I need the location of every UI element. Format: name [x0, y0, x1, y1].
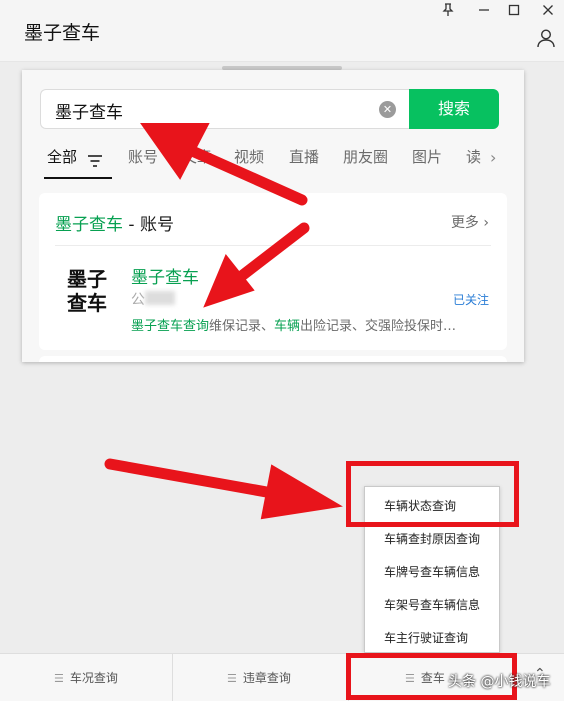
user-icon[interactable] — [536, 28, 556, 48]
minimize-icon[interactable] — [474, 3, 494, 21]
menu-item-plate-lookup[interactable]: 车牌号查车辆信息 — [365, 556, 499, 589]
account-name[interactable]: 墨子查车 — [131, 263, 199, 288]
close-icon[interactable] — [538, 3, 558, 21]
account-result-card: 墨子查车 - 账号 更多 › 墨子 查车 墨子查车 公 已关注 墨子查车查询维保… — [39, 193, 507, 350]
clear-icon[interactable]: ✕ — [379, 101, 396, 118]
account-logo[interactable]: 墨子 查车 — [65, 267, 109, 321]
arrow-to-menu — [104, 458, 306, 504]
tab-articles[interactable]: 文章 — [182, 146, 212, 168]
divider — [55, 245, 491, 246]
arrow-to-menu-head — [260, 464, 343, 520]
menu-lines-icon: ☰ — [54, 672, 64, 685]
filter-tabs: 全部 账号 文章 视频 直播 朋友圈 图片 读 › — [22, 146, 524, 180]
account-type: 公 — [131, 292, 145, 308]
search-button[interactable]: 搜索 — [409, 89, 499, 129]
tab-accounts[interactable]: 账号 — [128, 146, 158, 168]
watermark: 头条 @小钱说车 — [448, 674, 551, 690]
maximize-icon[interactable] — [504, 3, 524, 21]
active-tab-underline — [44, 177, 112, 179]
menu-item-seizure-reason[interactable]: 车辆查封原因查询 — [365, 523, 499, 556]
search-box[interactable]: ✕ — [40, 89, 410, 129]
next-card-edge — [39, 356, 507, 362]
title-bar: 墨子查车 — [0, 0, 564, 62]
tab-all[interactable]: 全部 — [47, 146, 77, 168]
follow-status: 已关注 — [452, 293, 489, 307]
window-title: 墨子查车 — [24, 22, 101, 44]
filter-icon[interactable] — [88, 152, 102, 167]
more-link[interactable]: 更多 › — [451, 212, 489, 232]
bottom-menu-violation[interactable]: ☰ 违章查询 — [227, 654, 291, 701]
menu-lines-icon: ☰ — [227, 672, 237, 685]
tab-videos[interactable]: 视频 — [234, 146, 264, 168]
tab-read[interactable]: 读 — [466, 146, 484, 168]
menu-item-vin-lookup[interactable]: 车架号查车辆信息 — [365, 589, 499, 622]
card-heading: 墨子查车 - 账号 — [55, 215, 174, 235]
account-description: 墨子查车查询维保记录、车辆出险记录、交强险投保时… — [131, 319, 457, 334]
chevron-right-icon[interactable]: › — [490, 148, 496, 167]
menu-item-license-lookup[interactable]: 车主行驶证查询 — [365, 622, 499, 655]
search-input[interactable] — [55, 98, 365, 122]
tab-live[interactable]: 直播 — [289, 146, 319, 168]
pin-icon[interactable] — [438, 3, 458, 21]
divider — [172, 654, 173, 701]
search-panel: ✕ 搜索 全部 账号 文章 视频 直播 朋友圈 图片 读 › 墨子查车 - 账号… — [22, 70, 524, 362]
bottom-menu-vehicle-condition[interactable]: ☰ 车况查询 — [54, 654, 118, 701]
blurred-text — [145, 291, 175, 305]
tab-moments[interactable]: 朋友圈 — [343, 146, 388, 168]
tab-images[interactable]: 图片 — [412, 146, 442, 168]
annotation-box-menu — [346, 461, 519, 527]
